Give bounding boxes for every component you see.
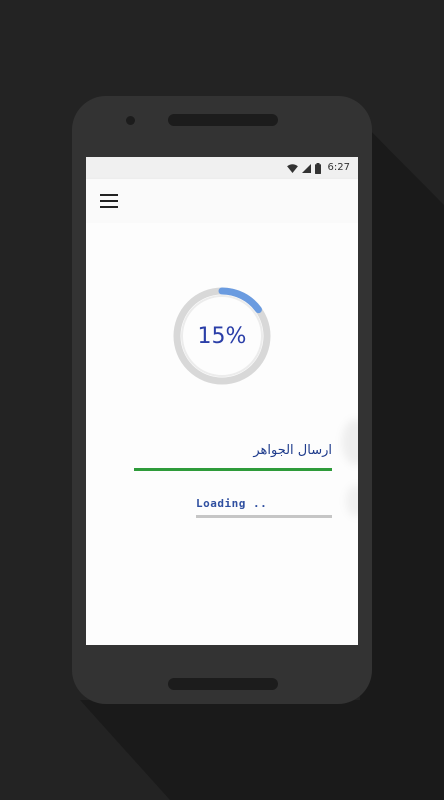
menu-line [100, 194, 118, 196]
status-bar: 6:27 [86, 157, 358, 179]
phone-screen: 6:27 15% ارسال الجواهر Loading .. [86, 157, 358, 645]
main-content: 15% ارسال الجواهر Loading .. [86, 223, 358, 645]
side-glow [342, 419, 358, 465]
send-progress-bar [134, 468, 332, 471]
loading-label: Loading .. [196, 497, 268, 510]
status-time: 6:27 [327, 162, 350, 173]
menu-line [100, 206, 118, 208]
menu-line [100, 200, 118, 202]
side-glow [346, 485, 358, 517]
wifi-icon [286, 163, 298, 173]
send-gems-label: ارسال الجواهر [253, 443, 332, 458]
progress-percent: 15% [197, 323, 247, 349]
loading-progress-bar [196, 515, 332, 518]
status-icons: 6:27 [286, 161, 350, 175]
top-speaker [168, 114, 278, 126]
battery-icon [314, 162, 321, 174]
hamburger-menu-icon[interactable] [100, 190, 126, 212]
bottom-speaker [168, 678, 278, 690]
front-camera [126, 116, 135, 125]
app-bar [86, 179, 358, 223]
signal-icon [301, 163, 311, 173]
